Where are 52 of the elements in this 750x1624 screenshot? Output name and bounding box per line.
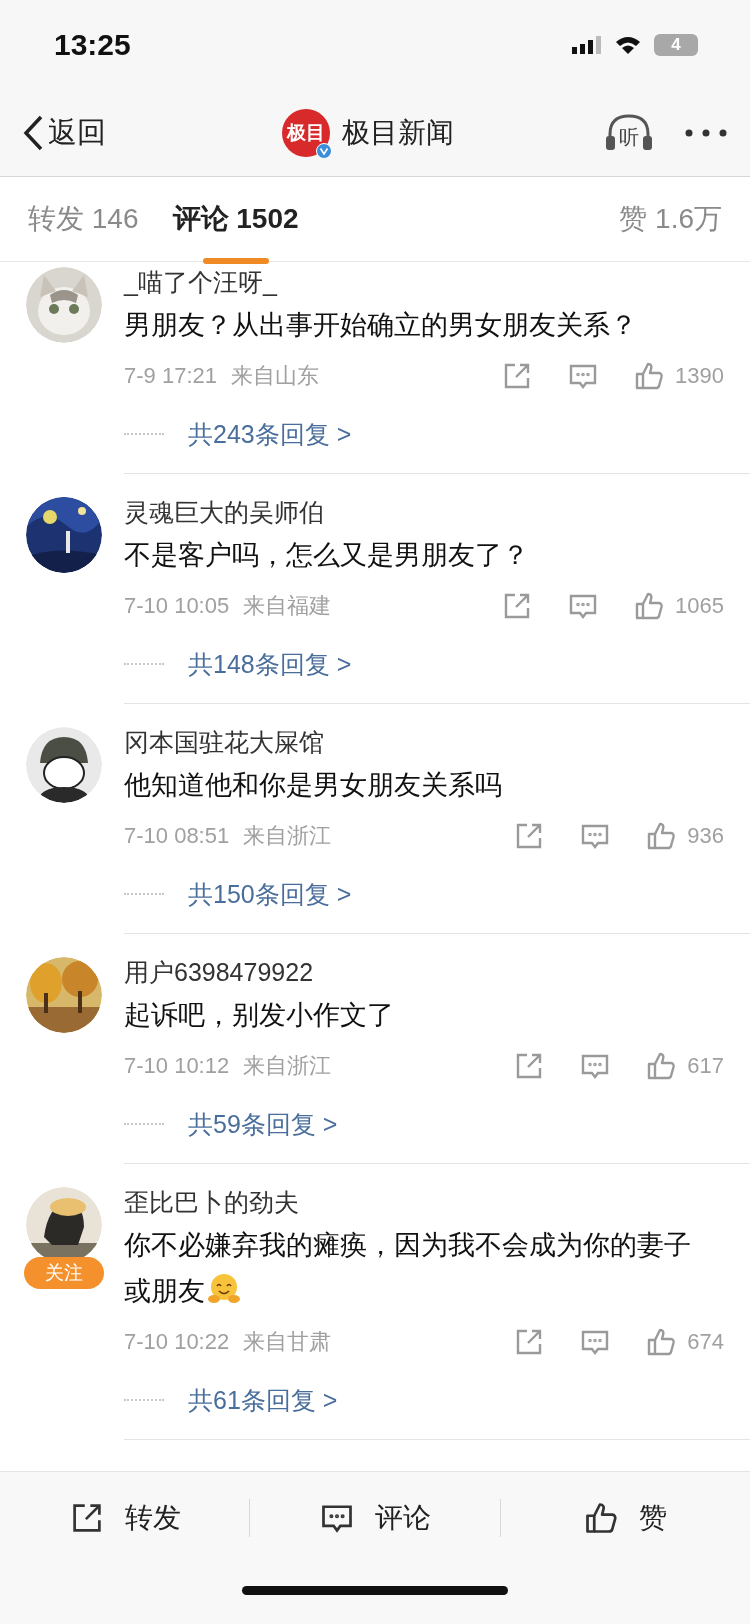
status-time: 13:25 [54,28,131,62]
comment-location: 来自甘肃 [243,1328,332,1356]
wifi-icon [614,35,642,55]
comment-text: 他知道他和你是男女朋友关系吗 [124,769,503,802]
back-button[interactable]: 返回 [22,113,106,153]
comment-text: 你不必嫌弃我的瘫痪，因为我不会成为你的妻子或朋友 [124,1229,692,1308]
tab-indicator [202,258,269,264]
thumbs-up-icon[interactable] [633,360,666,392]
user-name[interactable]: _喵了个汪呀_ [124,262,724,302]
comment-location: 来自浙江 [243,822,332,850]
hugging-face-emoji-icon [207,1272,241,1306]
comment-time: 7-10 10:05 [124,593,230,619]
user-name[interactable]: 歪比巴卜的劲夫 [124,1182,724,1222]
listen-button[interactable]: 听 [604,112,654,154]
replies-link[interactable]: 共59条回复 > [188,1107,338,1141]
comment-text: 起诉吧，别发小作文了 [124,999,395,1032]
like-count: 936 [687,823,724,849]
like-count: 617 [687,1053,724,1079]
thumbs-up-icon[interactable] [645,1326,678,1358]
share-button[interactable]: 转发 [0,1472,250,1564]
like-count: 674 [687,1329,724,1355]
battery-indicator: 4 [654,34,698,56]
back-chevron-icon [22,114,44,152]
user-name[interactable]: 冈本国驻花大屎馆 [124,722,724,762]
like-count: 1390 [675,363,724,389]
user-name[interactable]: 灵魂巨大的吴师伯 [124,492,724,532]
comment-location: 来自浙江 [243,1052,332,1080]
comment-text: 男朋友？从出事开始确立的男女朋友关系？ [124,309,638,342]
more-icon[interactable] [684,128,728,138]
logo: 极目 [282,109,330,157]
replies-link[interactable]: 共150条回复 > [188,877,352,911]
replies-link[interactable]: 共148条回复 > [188,647,352,681]
tab[interactable]: 评论 1502 [172,200,299,238]
comment-time: 7-10 08:51 [124,823,230,849]
replies-link[interactable]: 共61条回复 > [188,1383,338,1417]
thumbs-up-icon[interactable] [633,590,666,622]
thumbs-up-icon[interactable] [645,1050,678,1082]
account-title: 极目新闻 [342,116,454,150]
signal-icon [572,35,602,55]
like-button[interactable]: 赞 [500,1472,750,1564]
comment-time: 7-10 10:12 [124,1053,230,1079]
comment-time: 7-9 17:21 [124,363,217,389]
replies-link[interactable]: 共243条回复 > [188,417,352,451]
thumbs-up-icon[interactable] [645,820,678,852]
user-name[interactable]: 用户6398479922 [124,952,724,992]
comment-button[interactable]: 评论 [250,1472,500,1564]
thumbs-up-icon[interactable] [583,1500,620,1536]
comment-location: 来自福建 [243,592,332,620]
comment-time: 7-10 10:22 [124,1329,230,1355]
comment-location: 来自山东 [230,362,319,390]
comment-text: 不是客户吗，怎么又是男朋友了？ [124,539,530,572]
like-count: 1065 [675,593,724,619]
